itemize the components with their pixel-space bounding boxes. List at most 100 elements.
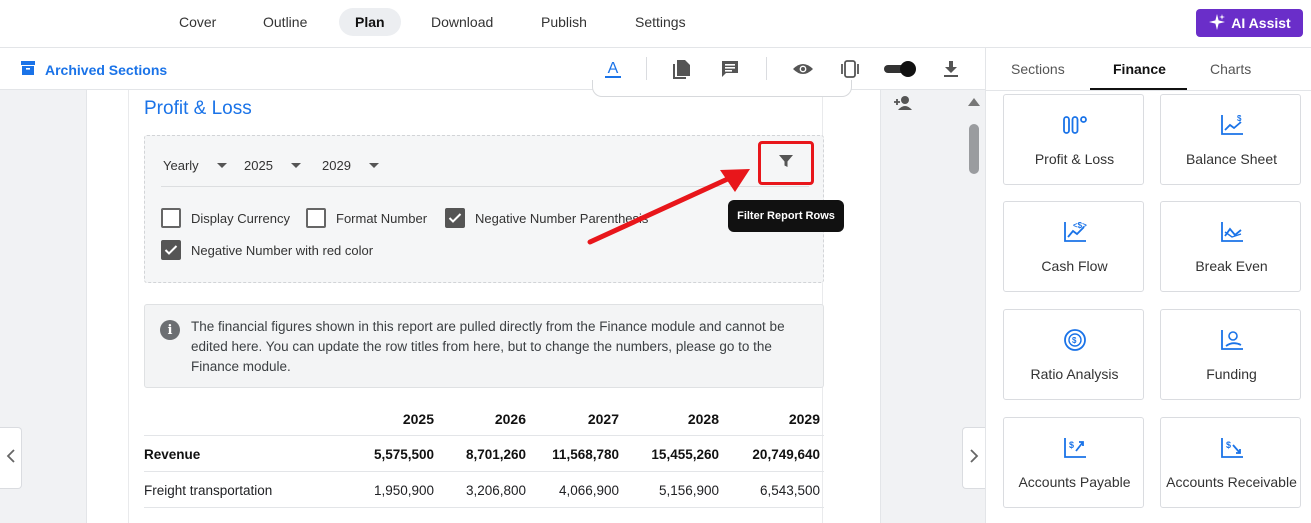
- card-label: Accounts Receivable: [1166, 474, 1297, 490]
- finance-card-profit-loss[interactable]: Profit & Loss: [1003, 94, 1144, 185]
- download-icon[interactable]: [940, 58, 962, 80]
- card-label: Profit & Loss: [1034, 151, 1115, 167]
- chart-dollar-icon: $: [1161, 113, 1302, 137]
- svg-text:$: $: [1069, 440, 1074, 450]
- table-cell: 1,950,900: [373, 483, 434, 498]
- top-navigation: Cover Outline Plan Download Publish Sett…: [0, 0, 1311, 48]
- table-cell: 15,455,260: [651, 447, 719, 462]
- nav-tab-publish[interactable]: Publish: [525, 8, 603, 36]
- active-tab-indicator: [1090, 88, 1187, 90]
- tab-sections[interactable]: Sections: [1011, 61, 1065, 77]
- toolbar-divider: [646, 57, 647, 81]
- copy-page-icon[interactable]: [671, 58, 693, 80]
- chevron-left-icon: [6, 448, 16, 468]
- table-cell: 5,156,900: [658, 483, 719, 498]
- start-year-value: 2025: [244, 158, 273, 173]
- tab-charts[interactable]: Charts: [1210, 61, 1251, 77]
- finance-card-accounts-payable[interactable]: $ Accounts Payable: [1003, 417, 1144, 508]
- finance-card-ratio-analysis[interactable]: $ Ratio Analysis: [1003, 309, 1144, 400]
- ai-assist-button[interactable]: AI Assist: [1196, 9, 1303, 37]
- sparkle-icon: [1208, 13, 1226, 34]
- caret-down-icon: [216, 163, 227, 168]
- toolbar-divider: [766, 57, 767, 81]
- nav-tab-download[interactable]: Download: [415, 8, 509, 36]
- line-chart-icon: [1161, 220, 1302, 244]
- table-cell: 3,206,800: [465, 483, 526, 498]
- column-header: 2027: [587, 411, 619, 427]
- info-icon: i: [160, 320, 180, 340]
- archived-sections-label: Archived Sections: [45, 61, 168, 78]
- finance-card-break-even[interactable]: Break Even: [1160, 201, 1301, 292]
- collapse-right-button[interactable]: [962, 427, 985, 489]
- card-label: Funding: [1206, 366, 1257, 382]
- negative-red-checkbox[interactable]: Negative Number with red color: [161, 240, 373, 260]
- checkbox-label: Format Number: [336, 210, 428, 226]
- checkbox-label: Negative Number with red color: [191, 242, 374, 258]
- checkbox-box[interactable]: [306, 208, 326, 228]
- table-header-row: 2025 2026 2027 2028 2029: [144, 400, 824, 436]
- device-preview-icon[interactable]: [839, 58, 861, 80]
- row-label: Freight transportation: [144, 483, 273, 498]
- archive-icon: [20, 60, 36, 79]
- columns-icon: [1004, 113, 1145, 137]
- filter-report-rows-button[interactable]: [758, 141, 814, 185]
- scrollbar-thumb[interactable]: [969, 124, 979, 174]
- svg-text:$: $: [1237, 114, 1242, 123]
- eye-icon[interactable]: [792, 58, 814, 80]
- nav-tab-settings[interactable]: Settings: [619, 8, 702, 36]
- period-select[interactable]: Yearly: [163, 158, 227, 173]
- checkbox-box[interactable]: [445, 208, 465, 228]
- ratio-icon: $: [1004, 328, 1145, 352]
- info-text: The financial figures shown in this repo…: [191, 319, 785, 374]
- checkbox-box[interactable]: [161, 208, 181, 228]
- scroll-up-arrow[interactable]: [968, 98, 980, 106]
- end-year-select[interactable]: 2029: [322, 158, 379, 173]
- caret-down-icon: [290, 163, 301, 168]
- period-select-value: Yearly: [163, 158, 199, 173]
- receivable-icon: $: [1161, 436, 1302, 460]
- info-notice: i The financial figures shown in this re…: [144, 304, 824, 388]
- nav-tab-plan[interactable]: Plan: [339, 8, 401, 36]
- start-year-select[interactable]: 2025: [244, 158, 301, 173]
- card-label: Accounts Payable: [1018, 474, 1131, 490]
- card-label: Ratio Analysis: [1030, 366, 1119, 382]
- section-title: Profit & Loss: [144, 98, 252, 119]
- right-side-panel: Sections Finance Charts Profit & Loss $ …: [985, 48, 1311, 523]
- comment-icon[interactable]: [719, 58, 741, 80]
- view-toggle-switch[interactable]: [884, 61, 916, 77]
- card-label: Balance Sheet: [1185, 151, 1278, 167]
- checkbox-label: Display Currency: [191, 210, 290, 226]
- add-collaborator-icon[interactable]: [893, 95, 913, 116]
- tab-finance[interactable]: Finance: [1113, 61, 1166, 77]
- finance-card-balance-sheet[interactable]: $ Balance Sheet: [1160, 94, 1301, 185]
- svg-text:$: $: [1072, 336, 1077, 345]
- card-label: Cash Flow: [1041, 258, 1108, 274]
- row-label: Revenue: [144, 447, 201, 462]
- column-header: 2028: [687, 411, 719, 427]
- svg-text:<$>: <$>: [1073, 221, 1087, 230]
- checkmark-icon: [448, 213, 462, 223]
- archived-sections-link[interactable]: Archived Sections: [20, 60, 167, 79]
- caret-down-icon: [368, 163, 379, 168]
- text-format-icon[interactable]: A: [602, 58, 624, 80]
- table-row[interactable]: Freight transportation 1,950,900 3,206,8…: [144, 472, 824, 508]
- table-row[interactable]: Revenue 5,575,500 8,701,260 11,568,780 1…: [144, 436, 824, 472]
- ai-assist-label: AI Assist: [1231, 15, 1291, 31]
- table-cell: 11,568,780: [552, 447, 619, 462]
- finance-card-cash-flow[interactable]: <$> Cash Flow: [1003, 201, 1144, 292]
- nav-tab-outline[interactable]: Outline: [247, 8, 323, 36]
- document-page: Profit & Loss Yearly 2025 2029 Display C…: [86, 80, 881, 523]
- nav-tab-cover[interactable]: Cover: [163, 8, 232, 36]
- cash-flow-icon: <$>: [1004, 220, 1145, 244]
- finance-card-funding[interactable]: Funding: [1160, 309, 1301, 400]
- format-number-checkbox[interactable]: Format Number: [306, 208, 427, 228]
- table-cell: 20,749,640: [752, 447, 820, 462]
- checkbox-box[interactable]: [161, 240, 181, 260]
- page-content: Profit & Loss Yearly 2025 2029 Display C…: [128, 80, 852, 523]
- filter-tooltip: Filter Report Rows: [728, 200, 844, 232]
- finance-card-accounts-receivable[interactable]: $ Accounts Receivable: [1160, 417, 1301, 508]
- table-cell: 6,543,500: [759, 483, 820, 498]
- collapse-left-button[interactable]: [0, 427, 22, 489]
- svg-text:A: A: [608, 60, 619, 77]
- display-currency-checkbox[interactable]: Display Currency: [161, 208, 290, 228]
